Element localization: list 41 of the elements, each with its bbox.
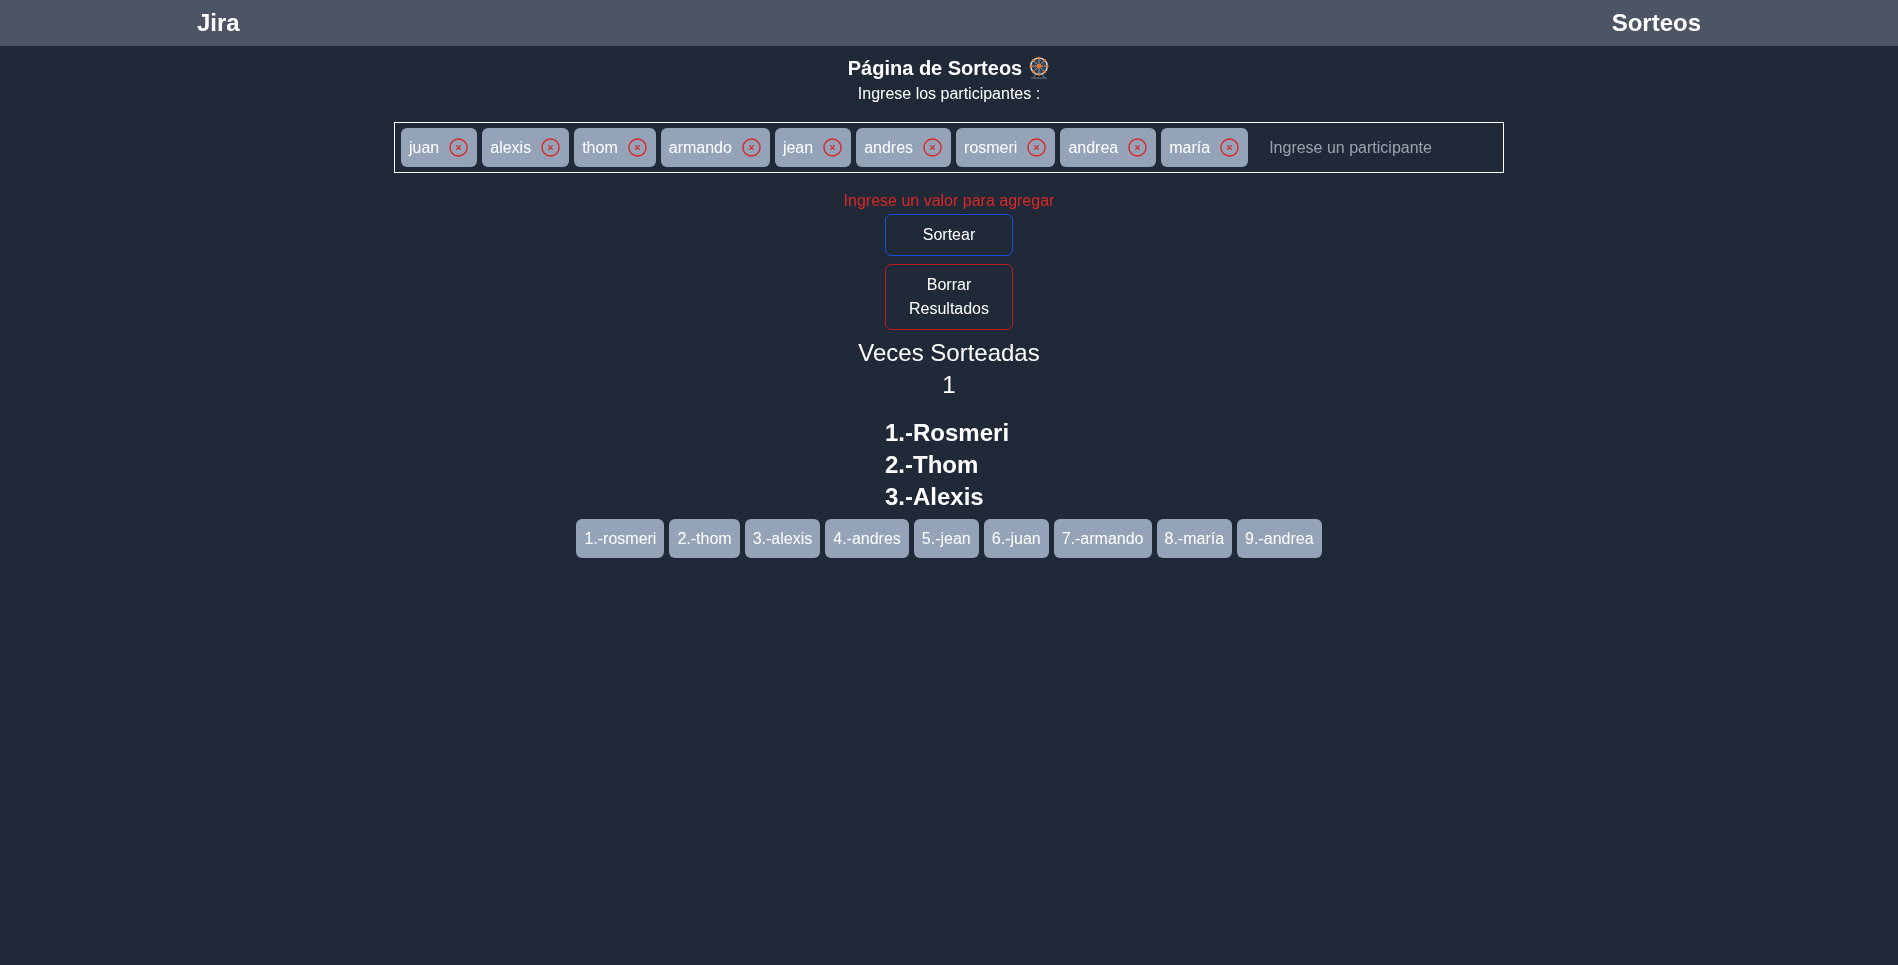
winner-entry: 3.-Alexis [885, 482, 984, 512]
close-icon[interactable] [449, 138, 469, 157]
brand-link[interactable]: Jira [197, 7, 240, 39]
close-icon[interactable] [1128, 138, 1148, 157]
draw-order-chip: 6.-juan [983, 519, 1049, 558]
participant-name: alexis [490, 137, 532, 158]
draw-order-chip: 7.-armando [1053, 519, 1152, 558]
draw-order-chip: 9.-andrea [1237, 519, 1322, 558]
ferris-wheel-icon [1028, 56, 1051, 80]
close-icon[interactable] [1027, 138, 1047, 157]
participant-input[interactable]: Ingrese un participante [1253, 128, 1497, 167]
draw-order-chip: 2.-thom [669, 519, 740, 558]
participant-name: armando [668, 137, 732, 158]
winner-entry: 2.-Thom [885, 450, 979, 480]
participant-name: maría [1169, 137, 1211, 158]
draw-order-chip: 3.-alexis [744, 519, 821, 558]
draw-count-label: Veces Sorteadas [858, 338, 1040, 368]
winner-entry: 1.-Rosmeri [885, 418, 1010, 448]
draw-order-chip: 4.-andres [825, 519, 909, 558]
clear-results-button[interactable]: Borrar Resultados [885, 264, 1013, 330]
draw-button[interactable]: Sortear [885, 214, 1013, 256]
close-icon[interactable] [541, 138, 561, 157]
participant-name: rosmeri [964, 137, 1018, 158]
draw-count-value: 1 [942, 370, 956, 400]
participant-name: jean [782, 137, 814, 158]
draw-order-chip: 1.-rosmeri [576, 519, 665, 558]
error-message: Ingrese un valor para agregar [843, 191, 1055, 211]
subtitle: Ingrese los participantes : [857, 84, 1041, 104]
close-icon[interactable] [823, 138, 843, 157]
close-icon[interactable] [1220, 138, 1240, 157]
participant-name: thom [582, 137, 618, 158]
draw-order-chip: 5.-jean [913, 519, 979, 558]
page-title: Página de Sorteos [847, 56, 1023, 81]
participant-name: andrea [1068, 137, 1119, 158]
nav-link[interactable]: Sorteos [1611, 7, 1701, 39]
close-icon[interactable] [741, 138, 761, 157]
close-icon[interactable] [923, 138, 943, 157]
participant-name: juan [409, 137, 440, 158]
close-icon[interactable] [627, 138, 647, 157]
draw-order-chip: 8.-maría [1156, 519, 1233, 558]
participant-name: andres [864, 137, 914, 158]
